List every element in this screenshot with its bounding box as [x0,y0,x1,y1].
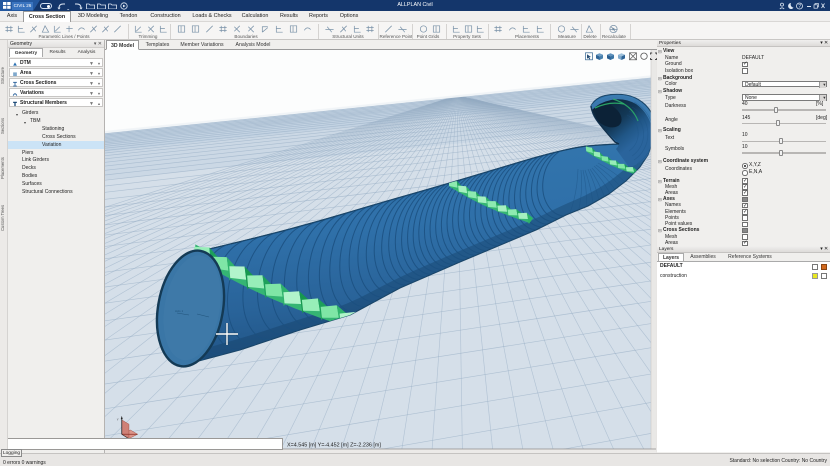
svg-text:Axis 1: Axis 1 [175,309,184,313]
svg-text:?: ? [798,4,801,10]
svg-text:X=4.545 [m] Y=-4.452 [m] Z=-2.: X=4.545 [m] Y=-4.452 [m] Z=-2.236 [m] [287,443,381,449]
svg-text:Y: Y [117,418,119,422]
